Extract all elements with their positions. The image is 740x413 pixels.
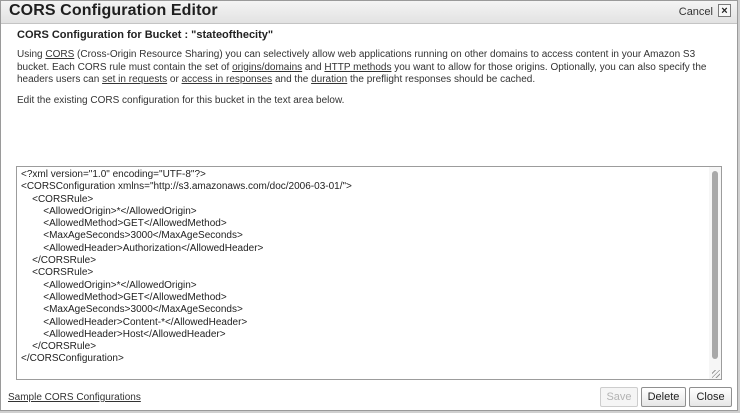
bucket-heading: CORS Configuration for Bucket : "stateof… (17, 29, 274, 41)
cors-config-textarea[interactable]: <?xml version="1.0" encoding="UTF-8"?> <… (16, 166, 722, 380)
dialog-titlebar: CORS Configuration Editor Cancel × (1, 1, 737, 24)
resize-grip-icon[interactable] (712, 370, 720, 378)
cors-editor-dialog: CORS Configuration Editor Cancel × CORS … (0, 0, 738, 411)
link-duration[interactable]: duration (311, 74, 347, 85)
desc-text: or (167, 74, 182, 85)
link-http-methods[interactable]: HTTP methods (324, 62, 391, 73)
cors-description: Using CORS (Cross-Origin Resource Sharin… (17, 49, 727, 87)
delete-button[interactable]: Delete (641, 387, 686, 407)
link-cors[interactable]: CORS (45, 49, 74, 60)
editor-scroll-thumb[interactable] (712, 171, 718, 359)
desc-text: Using (17, 49, 46, 60)
edit-instructions: Edit the existing CORS configuration for… (17, 95, 345, 106)
sample-cors-configurations-link[interactable]: Sample CORS Configurations (8, 392, 141, 403)
desc-text: and the (272, 74, 312, 85)
close-icon[interactable]: × (718, 4, 731, 17)
cancel-link[interactable]: Cancel (679, 6, 713, 18)
dialog-title: CORS Configuration Editor (9, 2, 218, 19)
cors-config-xml[interactable]: <?xml version="1.0" encoding="UTF-8"?> <… (21, 169, 352, 366)
desc-text: the preflight responses should be cached… (347, 74, 536, 85)
close-button[interactable]: Close (689, 387, 732, 407)
link-set-in-requests[interactable]: set in requests (102, 74, 167, 85)
save-button[interactable]: Save (600, 387, 638, 407)
link-origins-domains[interactable]: origins/domains (232, 62, 302, 73)
desc-text: and (302, 61, 325, 73)
link-access-in-responses[interactable]: access in responses (182, 74, 273, 85)
editor-scrollbar[interactable] (709, 167, 721, 379)
